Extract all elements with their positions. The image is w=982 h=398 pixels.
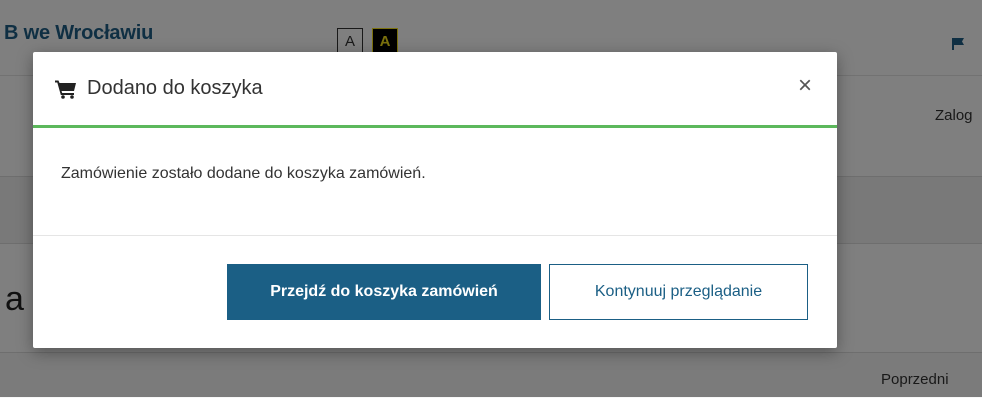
modal-title: Dodano do koszyka xyxy=(87,77,263,99)
added-to-cart-dialog: Dodano do koszyka × Zamówienie zostało d… xyxy=(33,52,837,348)
cart-icon xyxy=(55,80,76,99)
close-icon[interactable]: × xyxy=(793,74,817,98)
go-to-cart-button[interactable]: Przejdź do koszyka zamówień xyxy=(227,264,541,320)
modal-header: Dodano do koszyka × xyxy=(33,52,837,128)
modal-footer: Przejdź do koszyka zamówień Kontynuuj pr… xyxy=(33,236,837,348)
continue-browsing-button[interactable]: Kontynuuj przeglądanie xyxy=(549,264,808,320)
modal-message: Zamówienie zostało dodane do koszyka zam… xyxy=(61,165,426,182)
modal-body: Zamówienie zostało dodane do koszyka zam… xyxy=(33,128,837,236)
